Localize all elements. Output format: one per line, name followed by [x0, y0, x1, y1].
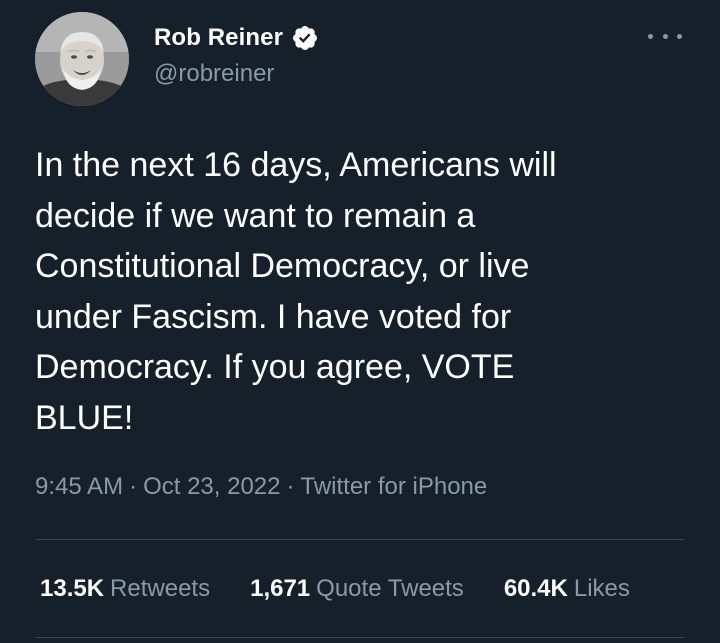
avatar-portrait-icon — [35, 12, 129, 106]
author-handle[interactable]: @robreiner — [154, 60, 274, 88]
quote-tweets-count: 1,671 — [250, 575, 311, 602]
more-options-icon[interactable] — [648, 26, 682, 46]
likes-stat[interactable]: 60.4K Likes — [504, 575, 630, 603]
retweets-label: Retweets — [110, 575, 211, 602]
author-name-row: Rob Reiner — [154, 22, 319, 54]
likes-count: 60.4K — [503, 575, 568, 602]
quote-tweets-label: Quote Tweets — [316, 575, 464, 602]
divider — [35, 539, 685, 540]
tweet-text: In the next 16 days, Americans will deci… — [35, 146, 557, 437]
tweet-date[interactable]: Oct 23, 2022 — [143, 473, 280, 500]
author-display-name[interactable]: Rob Reiner — [154, 24, 283, 52]
meta-separator: · — [286, 473, 295, 500]
verified-badge-icon[interactable] — [291, 24, 319, 52]
likes-label: Likes — [573, 575, 630, 602]
meta-separator: · — [129, 473, 138, 500]
avatar[interactable] — [35, 12, 129, 106]
quote-tweets-stat[interactable]: 1,671 Quote Tweets — [250, 575, 464, 603]
tweet-stats: 13.5K Retweets 1,671 Quote Tweets 60.4K Lik… — [40, 575, 630, 603]
retweets-count: 13.5K — [40, 575, 105, 602]
divider — [35, 637, 685, 638]
tweet-metadata: 9:45 AM · Oct 23, 2022 · Twitter for iPhone — [35, 473, 487, 501]
tweet-source[interactable]: Twitter for iPhone — [301, 473, 488, 500]
retweets-stat[interactable]: 13.5K Retweets — [40, 575, 210, 603]
tweet-time[interactable]: 9:45 AM — [35, 473, 123, 500]
tweet-card: Rob Reiner @robreiner In the next 16 day… — [0, 0, 720, 643]
